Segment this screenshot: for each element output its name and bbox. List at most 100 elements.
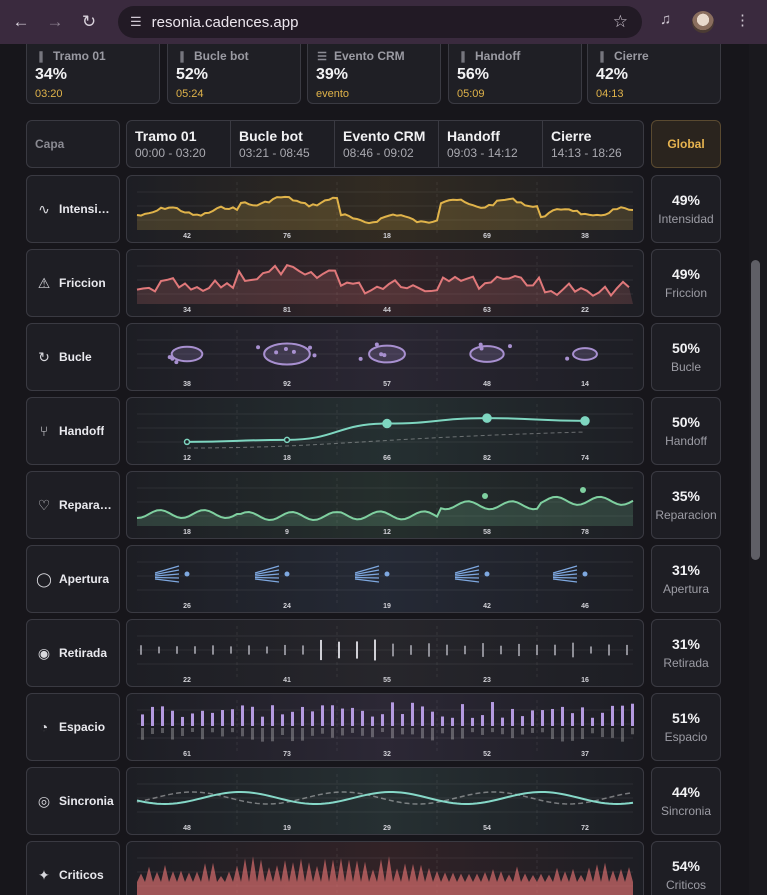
bar-mark	[251, 706, 254, 726]
segment-time: 00:00 - 03:20	[135, 146, 206, 160]
media-controls-icon[interactable]: ♫	[660, 11, 671, 28]
bar-mark	[511, 708, 514, 726]
layer-label-retirada[interactable]: ◉ Retirada	[26, 619, 120, 687]
layer-chart-apertura[interactable]: 26 24 19 42 46	[126, 545, 644, 613]
layer-stat-retirada: 31% Retirada	[651, 619, 721, 687]
layer-label-criticos[interactable]: ✦ Criticos	[26, 841, 120, 895]
bar-shadow	[511, 728, 514, 739]
series-point	[183, 438, 191, 446]
profile-avatar[interactable]	[692, 11, 714, 33]
summary-card-label: ∥ Tramo 01	[35, 49, 151, 63]
capa-header: Capa	[26, 120, 120, 168]
bar-shadow	[291, 728, 294, 742]
layer-chart-criticos[interactable]	[126, 841, 644, 895]
layer-chart-bucle[interactable]: 38 92 57 48 14	[126, 323, 644, 391]
fan-ray	[354, 578, 380, 583]
layer-chart-retirada[interactable]: 22 41 55 23 16	[126, 619, 644, 687]
layer-label-intensidad[interactable]: ∿ Intensidad	[26, 175, 120, 243]
layer-stat-percent: 51%	[671, 710, 701, 726]
bar-shadow	[281, 728, 284, 736]
bar-shadow	[171, 728, 174, 740]
fan-ray	[154, 578, 180, 583]
summary-card-sub: 04:13	[596, 88, 624, 100]
layer-label-apertura[interactable]: ◯ Apertura	[26, 545, 120, 613]
site-settings-icon[interactable]: ☰	[130, 14, 142, 30]
segment-tab[interactable]: Tramo 01 00:00 - 03:20	[127, 121, 231, 167]
bar-mark	[631, 703, 634, 726]
summary-card-sub: evento	[316, 88, 350, 100]
layer-chart-sincronia[interactable]: 48 19 29 54 72	[126, 767, 644, 835]
summary-card-percent: 52%	[176, 66, 209, 83]
segment-tab[interactable]: Bucle bot 03:21 - 08:45	[231, 121, 335, 167]
layer-chart-handoff[interactable]: 12 18 66 82 74	[126, 397, 644, 465]
scrollbar-thumb[interactable]	[751, 260, 760, 560]
bar-mark	[521, 716, 524, 726]
global-button[interactable]: Global	[651, 120, 721, 168]
summary-card[interactable]: ☰ Evento CRM 39% evento	[307, 44, 441, 104]
layer-name: Friccion	[59, 276, 106, 290]
bar-shadow	[421, 728, 424, 739]
series-point	[184, 571, 190, 577]
value-label: 16	[581, 677, 589, 684]
layer-stat-name: Criticos	[665, 878, 706, 892]
series-point	[580, 487, 586, 493]
summary-card[interactable]: ∥ Tramo 01 34% 03:20	[26, 44, 160, 104]
layer-chart-intensidad[interactable]: 42 76 18 69 38	[126, 175, 644, 243]
bar-shadow	[481, 728, 484, 735]
address-bar[interactable]: ☰ resonia.cadences.app ☆	[118, 6, 642, 38]
loop-mark	[170, 345, 204, 363]
bar-shadow	[231, 728, 234, 733]
bar-mark	[191, 713, 194, 726]
bookmark-star-icon[interactable]: ☆	[613, 12, 628, 32]
summary-card[interactable]: ∥ Handoff 56% 05:09	[448, 44, 582, 104]
layer-label-espacio[interactable]: ◔ Espacio	[26, 693, 120, 761]
bar-mark	[531, 710, 534, 726]
layer-chart-friccion[interactable]: 34 81 44 63 22	[126, 249, 644, 317]
document-icon: ☰	[317, 50, 327, 63]
loop-dot	[374, 342, 379, 347]
layer-label-friccion[interactable]: ⚠ Friccion	[26, 249, 120, 317]
sparkle-icon: ✦	[38, 866, 50, 883]
layer-stat-percent: 49%	[671, 266, 701, 282]
bar-shadow	[151, 728, 154, 735]
loop-dot	[256, 345, 261, 350]
value-label: 82	[483, 455, 491, 462]
bar-mark	[241, 705, 244, 726]
summary-card[interactable]: ∥ Bucle bot 52% 05:24	[167, 44, 301, 104]
loop-dot	[291, 349, 296, 354]
layer-label-sincronia[interactable]: ◎ Sincronia	[26, 767, 120, 835]
layer-name: Retirada	[59, 646, 108, 660]
branch-icon: ⑂	[39, 423, 49, 439]
summary-card-title: Bucle bot	[194, 49, 249, 63]
segment-tab[interactable]: Handoff 09:03 - 14:12	[439, 121, 543, 167]
bar-shadow	[301, 728, 304, 741]
menu-kebab-icon[interactable]: ⋮	[735, 11, 750, 29]
browser-toolbar: ← → ↻ ☰ resonia.cadences.app ☆ ♫ ⋮	[0, 0, 767, 44]
repeat-icon: ↻	[38, 348, 50, 365]
reload-icon[interactable]: ↻	[76, 9, 102, 35]
layer-label-bucle[interactable]: ↻ Bucle	[26, 323, 120, 391]
forward-icon[interactable]: →	[42, 9, 68, 35]
bar-mark	[161, 706, 164, 726]
bar-shadow	[531, 728, 534, 733]
summary-card[interactable]: ∥ Cierre 42% 04:13	[587, 44, 721, 104]
layer-stat-name: Espacio	[664, 730, 708, 744]
layer-stat-intensidad: 49% Intensidad	[651, 175, 721, 243]
broadcast-icon: ◎	[37, 792, 51, 809]
fan-ray	[354, 576, 380, 579]
layer-stat-name: Reparacion	[655, 508, 717, 522]
bar-shadow	[341, 728, 344, 736]
segment-tab[interactable]: Evento CRM 08:46 - 09:02	[335, 121, 439, 167]
summary-card-sub: 05:09	[457, 88, 485, 100]
chart-svg: 42 76 18 69 38	[136, 182, 634, 240]
chart-svg: 34 81 44 63 22	[136, 256, 633, 314]
value-label: 18	[383, 233, 391, 240]
segment-tab[interactable]: Cierre 14:13 - 18:26	[543, 121, 643, 167]
layer-chart-reparacion[interactable]: 18 9 12 58 78	[126, 471, 644, 539]
layer-label-handoff[interactable]: ⑂ Handoff	[26, 397, 120, 465]
layer-stat-handoff: 50% Handoff	[651, 397, 721, 465]
fan-ray	[254, 576, 280, 579]
back-icon[interactable]: ←	[8, 9, 34, 35]
layer-chart-espacio[interactable]: 61 73 32 52 37	[126, 693, 644, 761]
layer-label-reparacion[interactable]: ♡ Reparacion	[26, 471, 120, 539]
